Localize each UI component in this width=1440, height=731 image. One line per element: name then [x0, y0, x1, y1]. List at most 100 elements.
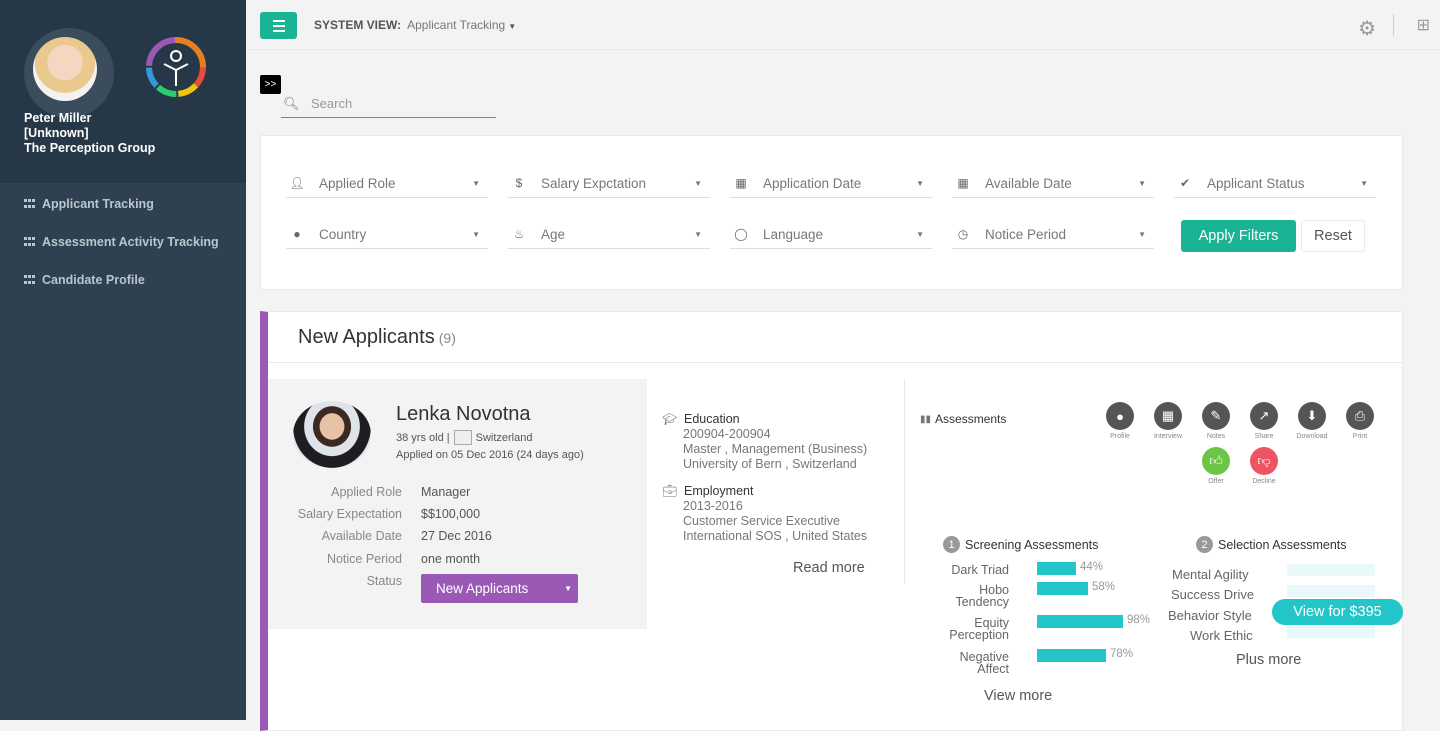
caret-down-icon: ▼ [1138, 229, 1146, 239]
grid-icon [24, 199, 37, 209]
screening-percent: 78% [1110, 648, 1134, 660]
employment-line: International SOS , United States [683, 529, 868, 543]
filter-notice-period[interactable]: ◷ Notice Period ▼ [952, 220, 1154, 249]
candidate-country: Switzerland [475, 431, 533, 444]
calendar-icon: ▦ [1154, 402, 1182, 430]
calendar-icon: ▦ [735, 176, 747, 190]
field-label: Applied Role [331, 485, 402, 499]
divider [1393, 14, 1394, 36]
field-value: 27 Dec 2016 [421, 529, 492, 543]
filter-application-date[interactable]: ▦ Application Date ▼ [730, 169, 932, 198]
filter-salary[interactable]: $ Salary Expctation ▼ [508, 169, 710, 198]
status-value: New Applicants [436, 581, 529, 596]
screening-item-label: Negative Affect [959, 650, 1009, 676]
action-label: Profile [1110, 433, 1130, 440]
globe-icon: ● [293, 227, 301, 241]
step-number: 1 [943, 536, 960, 553]
screening-percent: 58% [1092, 581, 1116, 593]
filter-label: Notice Period [985, 226, 1067, 242]
share-action[interactable]: ↗ Share [1240, 402, 1288, 440]
sidebar-item-assessment-activity-tracking[interactable]: Assessment Activity Tracking [0, 223, 246, 261]
search-icon: 🔍︎ [283, 95, 300, 111]
candidate-age: 38 yrs old | [396, 431, 450, 444]
system-view-selector[interactable]: SYSTEM VIEW: Applicant Tracking ▼ [314, 18, 516, 32]
filter-available-date[interactable]: ▦ Available Date ▼ [952, 169, 1154, 198]
filter-label: Available Date [985, 175, 1072, 191]
company-logo [140, 36, 212, 98]
flag-icon [453, 430, 472, 445]
caret-down-icon: ▼ [1138, 178, 1146, 188]
user-role: [Unknown] [24, 126, 89, 140]
field-label: Status [366, 574, 402, 588]
sidebar-item-label: Assessment Activity Tracking [42, 235, 219, 249]
offer-action[interactable]: 👍︎ Offer [1192, 447, 1240, 485]
user-info: Peter Miller [Unknown] The Perception Gr… [24, 111, 155, 156]
menu-toggle-button[interactable] [260, 12, 297, 39]
locked-bar [1287, 564, 1375, 576]
expand-button[interactable]: >> [260, 75, 281, 94]
reset-button[interactable]: Reset [1301, 220, 1365, 252]
selection-title: Selection Assessments [1218, 537, 1347, 552]
panel-title-text: New Applicants [298, 326, 435, 348]
profile-block: Peter Miller [Unknown] The Perception Gr… [0, 0, 246, 183]
filter-label: Language [763, 226, 824, 242]
employment-title: Employment [684, 484, 754, 498]
download-action[interactable]: ⬇ Download [1288, 402, 1336, 440]
action-label: Notes [1206, 433, 1226, 440]
employment-line: Customer Service Executive [683, 514, 841, 528]
interview-action[interactable]: ▦ Interview [1144, 402, 1192, 440]
briefcase-icon: 💼︎ [662, 484, 678, 498]
sidebar-item-label: Applicant Tracking [42, 197, 154, 211]
plus-more-link[interactable]: Plus more [1236, 652, 1301, 668]
sidebar-item-candidate-profile[interactable]: Candidate Profile [0, 261, 246, 299]
caret-down-icon: ▼ [472, 178, 480, 188]
sitemap-icon[interactable]: ⊞ [1417, 15, 1430, 35]
filter-country[interactable]: ● Country ▼ [286, 220, 488, 249]
notes-action[interactable]: ✎ Notes [1192, 402, 1240, 440]
filter-applicant-status[interactable]: ✔ Applicant Status ▼ [1174, 169, 1376, 198]
view-more-link[interactable]: View more [984, 688, 1052, 704]
sidebar-item-label: Candidate Profile [42, 273, 145, 287]
decline-action[interactable]: 👎︎ Decline [1240, 447, 1288, 485]
apply-filters-button[interactable]: Apply Filters [1181, 220, 1296, 252]
step-number: 2 [1196, 536, 1213, 553]
field-available-date: Available Date 27 Dec 2016 [268, 529, 647, 545]
filter-label: Applied Role [319, 175, 396, 191]
screening-item-label: Hobo Tendency [955, 583, 1009, 609]
filter-language[interactable]: ◯ Language ▼ [730, 220, 932, 249]
caret-down-icon: ▼ [916, 229, 924, 239]
field-label: Salary Expectation [297, 507, 402, 521]
search-input[interactable] [311, 96, 491, 111]
action-label: Interview [1153, 433, 1182, 440]
view-for-price-button[interactable]: View for $395 [1272, 599, 1403, 625]
profile-action[interactable]: ● Profile [1096, 402, 1144, 440]
education-heading: 🎓︎ Education [662, 412, 867, 427]
print-action[interactable]: ⎙ Print [1336, 402, 1384, 440]
field-value: one month [421, 552, 481, 566]
locked-bar [1287, 626, 1375, 638]
check-circle-icon: ✔ [1179, 176, 1191, 190]
candidate-photo[interactable] [293, 401, 371, 468]
screening-bar [1037, 582, 1088, 595]
selection-item: Success Drive [1171, 587, 1255, 602]
field-notice-period: Notice Period one month [268, 552, 647, 568]
filter-label: Age [541, 226, 566, 242]
assessments-heading: ▮▮ Assessments [920, 412, 1006, 426]
sidebar-item-applicant-tracking[interactable]: Applicant Tracking [0, 185, 246, 223]
divider [904, 379, 905, 584]
applicants-panel: New Applicants (9) Lenka Novotna 38 yrs o… [260, 311, 1403, 731]
system-view-value[interactable]: Applicant Tracking [407, 18, 505, 32]
filter-label: Country [319, 226, 367, 242]
avatar[interactable] [24, 28, 114, 118]
filter-age[interactable]: ♨ Age ▼ [508, 220, 710, 249]
field-value: $$100,000 [421, 507, 481, 521]
read-more-link[interactable]: Read more [793, 560, 865, 576]
screening-item-label: Dark Triad [951, 563, 1009, 577]
divider [268, 362, 1402, 363]
candidate-name[interactable]: Lenka Novotna [396, 403, 531, 426]
filter-applied-role[interactable]: 👤︎ Applied Role ▼ [286, 169, 488, 198]
gear-icon[interactable]: ⚙ [1358, 16, 1376, 41]
status-dropdown[interactable]: New Applicants ▼ [421, 574, 578, 603]
screening-heading: 1 Screening Assessments [943, 536, 1098, 553]
search-box[interactable]: 🔍︎ [281, 90, 496, 118]
